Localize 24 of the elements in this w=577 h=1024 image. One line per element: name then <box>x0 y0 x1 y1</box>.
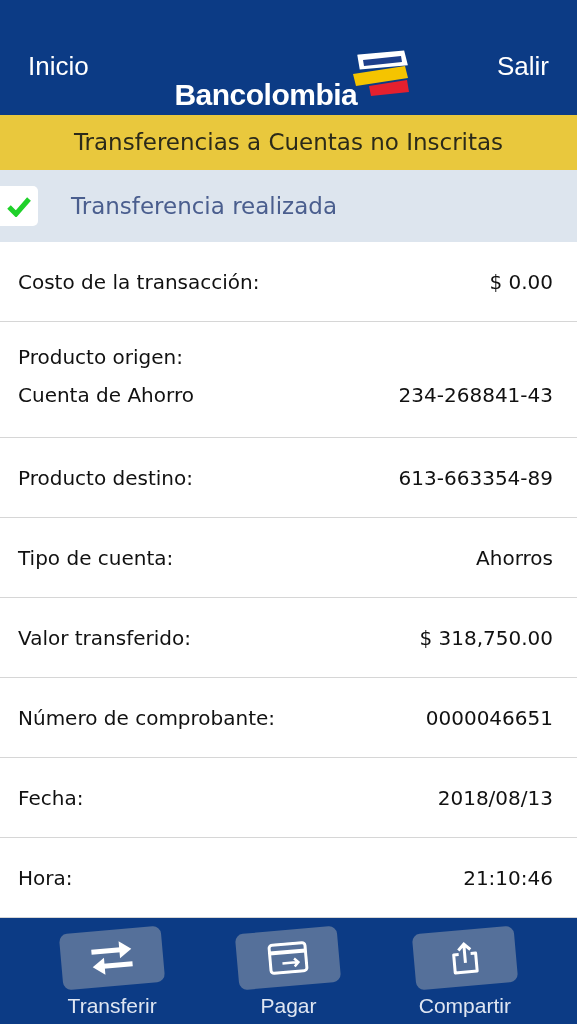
detail-value: 613-663354-89 <box>398 464 553 492</box>
detail-value: 2018/08/13 <box>437 784 553 812</box>
logo-text: Bancolombia <box>174 77 358 113</box>
detail-label: Costo de la transacción: <box>18 268 260 296</box>
status-message: Transferencia realizada <box>71 191 337 221</box>
detail-value: $ 0.00 <box>489 268 553 296</box>
detail-value: Ahorros <box>476 544 553 572</box>
detail-label: Hora: <box>18 864 73 892</box>
detail-value: 21:10:46 <box>463 864 553 892</box>
detail-label: Tipo de cuenta: <box>18 544 174 572</box>
card-icon <box>267 940 310 976</box>
detail-label: Producto origen: <box>18 344 184 371</box>
page-title: Transferencias a Cuentas no Inscritas <box>73 128 504 158</box>
logout-link[interactable]: Salir <box>497 47 549 86</box>
detail-label: Cuenta de Ahorro <box>18 382 194 409</box>
detail-label: Número de comprobante: <box>18 704 276 732</box>
swap-arrows-icon <box>88 939 136 977</box>
detail-value: 234-268841-43 <box>398 382 553 409</box>
detail-value: 0000046651 <box>425 704 553 732</box>
detail-label: Fecha: <box>18 784 84 812</box>
detail-label: Valor transferido: <box>18 624 191 652</box>
detail-label: Producto destino: <box>18 464 193 492</box>
detail-value: $ 318,750.00 <box>419 624 553 652</box>
home-link[interactable]: Inicio <box>28 47 89 86</box>
